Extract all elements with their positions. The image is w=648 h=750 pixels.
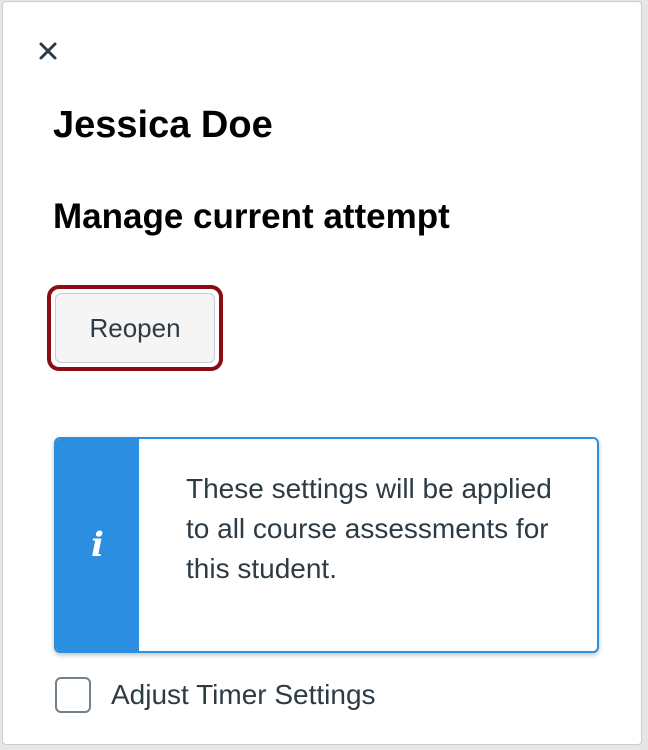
info-alert-sidebar: i — [56, 439, 139, 651]
reopen-button[interactable]: Reopen — [55, 293, 215, 363]
adjust-timer-option[interactable]: Adjust Timer Settings — [55, 677, 376, 713]
adjust-timer-checkbox[interactable] — [55, 677, 91, 713]
student-name: Jessica Doe — [53, 104, 273, 146]
close-icon — [39, 42, 57, 60]
close-button[interactable] — [33, 36, 63, 66]
info-alert: i These settings will be applied to all … — [54, 437, 599, 653]
info-icon: i — [91, 525, 104, 565]
reopen-highlight: Reopen — [47, 285, 223, 371]
adjust-timer-label[interactable]: Adjust Timer Settings — [111, 679, 376, 711]
manage-attempt-panel: Jessica Doe Manage current attempt Reope… — [2, 1, 642, 745]
info-alert-message: These settings will be applied to all co… — [186, 473, 552, 584]
manage-attempt-heading: Manage current attempt — [53, 197, 450, 236]
